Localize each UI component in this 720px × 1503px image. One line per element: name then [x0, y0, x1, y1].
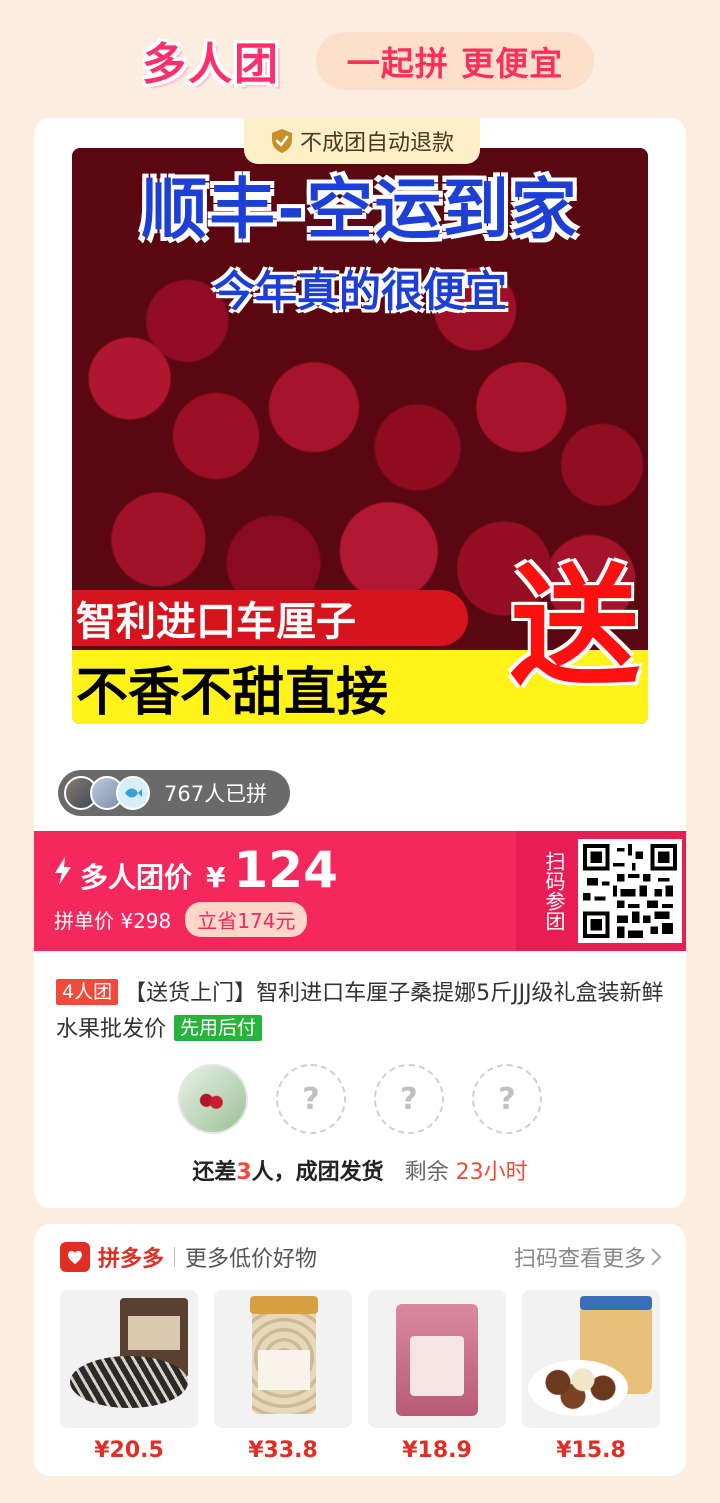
- brand-logo: 多人团: [142, 39, 280, 90]
- avatar: [116, 776, 150, 810]
- joined-count-text: 767人已拼: [164, 782, 268, 806]
- product-price: ¥33.8: [248, 1438, 318, 1463]
- joined-count-pill: 767人已拼: [58, 770, 290, 816]
- fish-icon: [125, 788, 142, 798]
- currency-symbol: ¥: [206, 861, 226, 894]
- product-thumbnail: [368, 1290, 506, 1428]
- pinduoduo-logo-icon: [60, 1242, 90, 1272]
- single-price: 拼单价 ¥298: [54, 909, 172, 933]
- status-count: 3: [236, 1160, 252, 1185]
- remain-label: 剩余: [404, 1160, 449, 1185]
- scan-to-join[interactable]: 扫码参团: [516, 831, 686, 951]
- brand-name: 拼多多: [98, 1247, 165, 1272]
- refund-tag-label: 不成团自动退款: [299, 131, 454, 156]
- recommended-product[interactable]: ¥33.8: [214, 1290, 352, 1463]
- product-image[interactable]: 顺丰-空运到家 今年真的很便宜 智利进口车厘子 不香不甜直接 送: [72, 148, 648, 724]
- slogan-badge: 一起拼 更便宜: [316, 32, 594, 90]
- status-suffix: 人，成团发货: [251, 1160, 384, 1185]
- avatar-group: [64, 776, 150, 810]
- recommendation-card: 拼多多 更多低价好物 扫码查看更多 ¥20.5 ¥33.8 ¥18.9 ¥15.…: [34, 1224, 686, 1476]
- team-status: 还差3人，成团发货 剩余 23小时: [34, 1154, 686, 1186]
- image-title: 顺丰-空运到家: [141, 171, 579, 248]
- group-buy-card: 不成团自动退款 顺丰-空运到家 今年真的很便宜 智利进口车厘子 不香不甜直接 送…: [34, 118, 686, 1208]
- product-thumbnail: [522, 1290, 660, 1428]
- recommended-product[interactable]: ¥18.9: [368, 1290, 506, 1463]
- empty-slot[interactable]: ?: [276, 1064, 346, 1134]
- pay-later-tag: 先用后付: [174, 1015, 263, 1041]
- recommend-tagline: 更多低价好物: [185, 1247, 318, 1272]
- group-price-label: 多人团价: [80, 861, 193, 894]
- divider: [174, 1247, 176, 1267]
- qr-code-icon: [583, 844, 677, 938]
- lightning-icon: [55, 856, 71, 885]
- status-prefix: 还差: [192, 1160, 237, 1185]
- team-size-tag: 4人团: [56, 979, 119, 1005]
- remain-time: 23小时: [455, 1160, 528, 1185]
- product-price: ¥18.9: [402, 1438, 472, 1463]
- product-price: ¥15.8: [556, 1438, 626, 1463]
- image-subtitle: 今年真的很便宜: [212, 267, 507, 316]
- shield-check-icon: [271, 129, 292, 153]
- refund-tag: 不成团自动退款: [244, 118, 480, 164]
- group-price-amount: 124: [233, 841, 338, 899]
- qr-code[interactable]: [578, 839, 682, 943]
- team-member-avatar: [178, 1064, 248, 1134]
- image-send-text: 送: [509, 551, 640, 703]
- product-title-text: 【送货上门】智利进口车厘子桑提娜5斤JJJ级礼盒装新鲜水果批发价: [56, 981, 664, 1042]
- recommended-products: ¥20.5 ¥33.8 ¥18.9 ¥15.8: [60, 1290, 660, 1463]
- saving-badge: 立省174元: [185, 902, 308, 937]
- team-slots: ? ? ?: [178, 1064, 542, 1134]
- scan-more-label: 扫码查看更多: [513, 1247, 646, 1272]
- price-bar: 多人团价 ¥ 124 拼单价 ¥298 立省174元 扫码参团: [34, 831, 686, 951]
- recommended-product[interactable]: ¥20.5: [60, 1290, 198, 1463]
- product-thumbnail: [214, 1290, 352, 1428]
- scan-more-link[interactable]: 扫码查看更多: [514, 1241, 662, 1273]
- header: 多人团 一起拼 更便宜: [0, 0, 720, 110]
- recommended-product[interactable]: ¥15.8: [522, 1290, 660, 1463]
- product-title[interactable]: 4人团 【送货上门】智利进口车厘子桑提娜5斤JJJ级礼盒装新鲜水果批发价 先用后付: [56, 976, 664, 1048]
- product-price: ¥20.5: [94, 1438, 164, 1463]
- scan-label: 扫码参团: [542, 851, 566, 931]
- product-thumbnail: [60, 1290, 198, 1428]
- image-banner-origin: 智利进口车厘子: [72, 590, 468, 646]
- chevron-right-icon: [651, 1248, 662, 1266]
- recommendation-header: 拼多多 更多低价好物 扫码查看更多: [60, 1240, 662, 1274]
- empty-slot[interactable]: ?: [374, 1064, 444, 1134]
- price-info: 多人团价 ¥ 124 拼单价 ¥298 立省174元: [54, 845, 338, 937]
- empty-slot[interactable]: ?: [472, 1064, 542, 1134]
